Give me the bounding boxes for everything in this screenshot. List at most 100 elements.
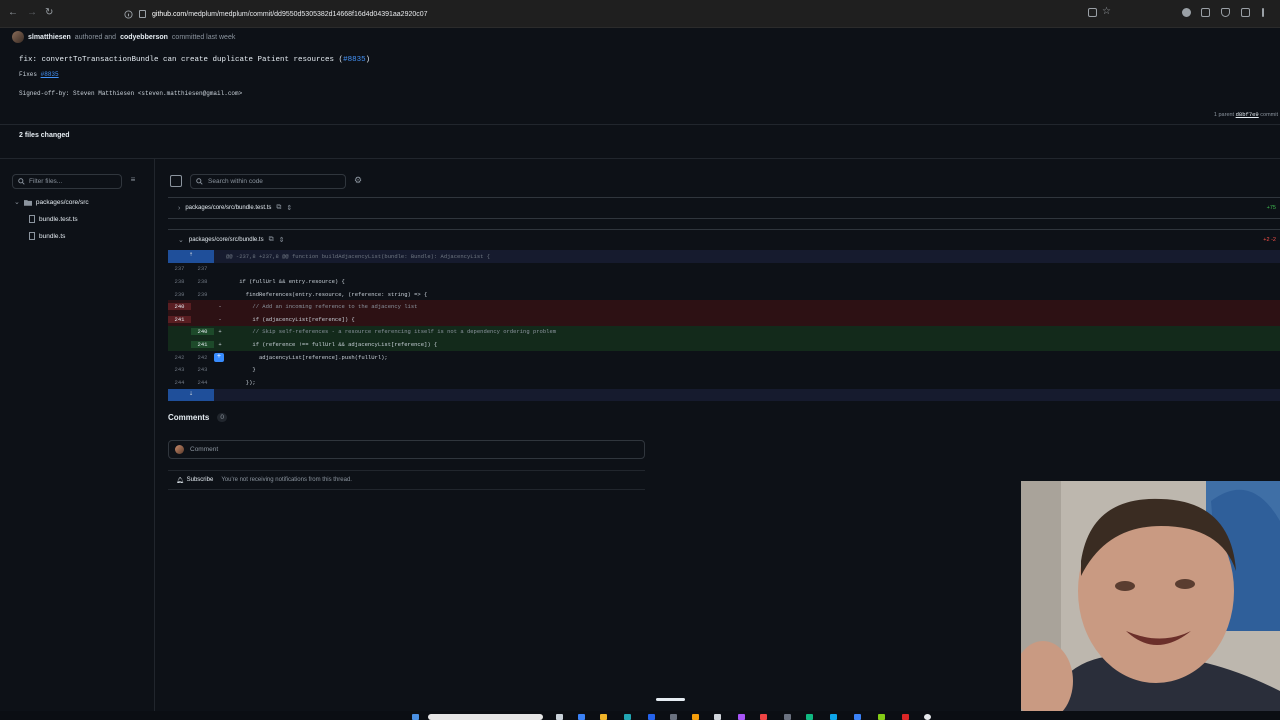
diff-line[interactable]: + 242 242 adjacencyList[reference].push(f…: [168, 351, 1280, 364]
author-link[interactable]: slmatthiesen: [28, 34, 71, 41]
app-icon[interactable]: [738, 714, 745, 720]
expand-icon[interactable]: ⇕: [286, 204, 292, 212]
chevron-down-icon[interactable]: ⌄: [178, 236, 184, 244]
subscribe-button[interactable]: 🔔︎ Subscribe: [176, 477, 213, 484]
copy-icon[interactable]: ⧉: [276, 204, 281, 212]
app-icon[interactable]: [760, 714, 767, 720]
file-header[interactable]: ⌄ packages/core/src/bundle.ts ⧉ ⇕ +2 -2: [168, 229, 1280, 251]
media-icon[interactable]: [1241, 8, 1250, 17]
new-line-number[interactable]: 244: [191, 379, 214, 386]
signed-off-line: Signed-off-by: Steven Matthiesen <steven…: [19, 90, 243, 97]
file-stat: +75: [1266, 205, 1276, 211]
diff-view: ⇡ @@ -237,8 +237,8 @@ function buildAdja…: [168, 250, 1280, 402]
address-bar[interactable]: github.com/medplum/medplum/commit/dd9550…: [118, 4, 1128, 24]
old-line-number[interactable]: 240: [168, 303, 191, 311]
old-line-number[interactable]: 243: [168, 366, 191, 373]
old-line-number[interactable]: 241: [168, 315, 191, 323]
reload-icon[interactable]: ↻: [45, 7, 53, 18]
chevron-right-icon[interactable]: ›: [178, 205, 180, 212]
add-comment-icon[interactable]: +: [214, 352, 224, 362]
tree-file[interactable]: bundle.ts: [29, 232, 65, 240]
code-text: if (fullUrl && entry.resource) {: [226, 277, 345, 285]
parent-sha-link[interactable]: d8bf7e9: [1236, 111, 1259, 118]
fixes-issue-link[interactable]: #8835: [41, 71, 59, 78]
diff-line[interactable]: 243 243 }: [168, 363, 1280, 376]
app-icon[interactable]: [924, 714, 931, 720]
new-line-number[interactable]: 237: [191, 265, 214, 272]
toggle-tree-icon[interactable]: [170, 175, 182, 187]
gear-icon[interactable]: ⚙: [354, 175, 362, 186]
tree-file[interactable]: bundle.test.ts: [29, 215, 78, 223]
taskbar-search[interactable]: [428, 714, 543, 720]
old-line-number[interactable]: 239: [168, 291, 191, 298]
extension-icon[interactable]: [1182, 8, 1191, 17]
file-header[interactable]: › packages/core/src/bundle.test.ts ⧉ ⇕ +…: [168, 197, 1280, 219]
app-icon[interactable]: [670, 714, 677, 720]
file-tree: Filter files... ≡ ⌄ packages/core/src bu…: [0, 159, 155, 712]
comment-input[interactable]: Comment: [168, 440, 645, 459]
file-stat: +2 -2: [1263, 237, 1276, 243]
old-line-number[interactable]: 244: [168, 379, 191, 386]
old-line-number[interactable]: 242: [168, 354, 191, 361]
expand-down-icon[interactable]: ⇣: [168, 388, 214, 402]
avatar[interactable]: [12, 31, 24, 43]
diff-line[interactable]: 239 239 findReferences(entry.resource, (r…: [168, 288, 1280, 301]
new-line-number[interactable]: 243: [191, 366, 214, 373]
start-icon[interactable]: [412, 714, 419, 720]
diff-line-added[interactable]: 240 + // Skip self-references - a resourc…: [168, 325, 1280, 339]
comments-count: 0: [217, 413, 227, 422]
notification-text: You're not receiving notifications from …: [221, 477, 352, 483]
code-text: // Add an incoming reference to the adja…: [226, 303, 418, 311]
committer-link[interactable]: codyebberson: [120, 34, 168, 41]
diff-line-deleted[interactable]: 241 - if (adjacencyList[reference]) {: [168, 312, 1280, 326]
app-icon[interactable]: [714, 714, 721, 720]
forward-icon[interactable]: →: [27, 7, 37, 18]
shield-icon[interactable]: [1221, 8, 1230, 17]
app-icon[interactable]: [784, 714, 791, 720]
new-line-number[interactable]: 239: [191, 291, 214, 298]
file-path[interactable]: packages/core/src/bundle.ts: [189, 237, 264, 243]
diff-line-deleted[interactable]: 240 - // Add an incoming reference to the…: [168, 300, 1280, 313]
taskview-icon[interactable]: [556, 714, 563, 720]
new-line-number[interactable]: 242: [191, 354, 214, 361]
app-icon[interactable]: [830, 714, 837, 720]
diff-line[interactable]: 238 238 if (fullUrl && entry.resource) {: [168, 275, 1280, 288]
star-icon[interactable]: ☆: [1102, 6, 1111, 17]
old-line-number[interactable]: 237: [168, 265, 191, 272]
filter-files-input[interactable]: Filter files...: [12, 174, 122, 189]
app-icon[interactable]: [902, 714, 909, 720]
filter-icon[interactable]: ≡: [126, 175, 140, 188]
app-icon[interactable]: [648, 714, 655, 720]
reader-icon[interactable]: [1088, 8, 1097, 17]
comment-placeholder: Comment: [190, 446, 219, 453]
copy-icon[interactable]: ⧉: [269, 236, 274, 244]
new-line-number[interactable]: 240: [191, 328, 214, 336]
expand-up-icon[interactable]: ⇡: [168, 250, 214, 263]
puzzle-icon[interactable]: [1201, 8, 1210, 17]
folder-icon[interactable]: [600, 714, 607, 720]
more-menu-icon[interactable]: [1262, 8, 1264, 17]
diff-line[interactable]: 244 244 });: [168, 376, 1280, 389]
issue-link[interactable]: #8835: [343, 56, 366, 64]
back-icon[interactable]: ←: [8, 7, 18, 18]
new-line-number[interactable]: 238: [191, 278, 214, 285]
site-info-icon[interactable]: [124, 9, 133, 19]
diff-line[interactable]: 237 237: [168, 263, 1280, 276]
old-line-number[interactable]: 238: [168, 278, 191, 285]
new-line-number[interactable]: 241: [191, 340, 214, 348]
tree-folder[interactable]: ⌄ packages/core/src: [14, 198, 89, 207]
file-icon: [29, 232, 35, 240]
app-icon[interactable]: [878, 714, 885, 720]
file-path[interactable]: packages/core/src/bundle.test.ts: [185, 205, 271, 211]
app-icon[interactable]: [692, 714, 699, 720]
code-text: if (adjacencyList[reference]) {: [226, 315, 355, 323]
diff-line-added[interactable]: 241 + if (reference !== fullUrl && adjace…: [168, 338, 1280, 351]
expand-icon[interactable]: ⇕: [279, 236, 285, 244]
search-code-input[interactable]: Search within code: [190, 174, 346, 189]
app-icon[interactable]: [854, 714, 861, 720]
app-icon[interactable]: [806, 714, 813, 720]
app-icon[interactable]: [578, 714, 585, 720]
url-text[interactable]: github.com/medplum/medplum/commit/dd9550…: [152, 11, 428, 18]
app-icon[interactable]: [624, 714, 631, 720]
commit-title: fix: convertToTransactionBundle can crea…: [19, 56, 370, 64]
